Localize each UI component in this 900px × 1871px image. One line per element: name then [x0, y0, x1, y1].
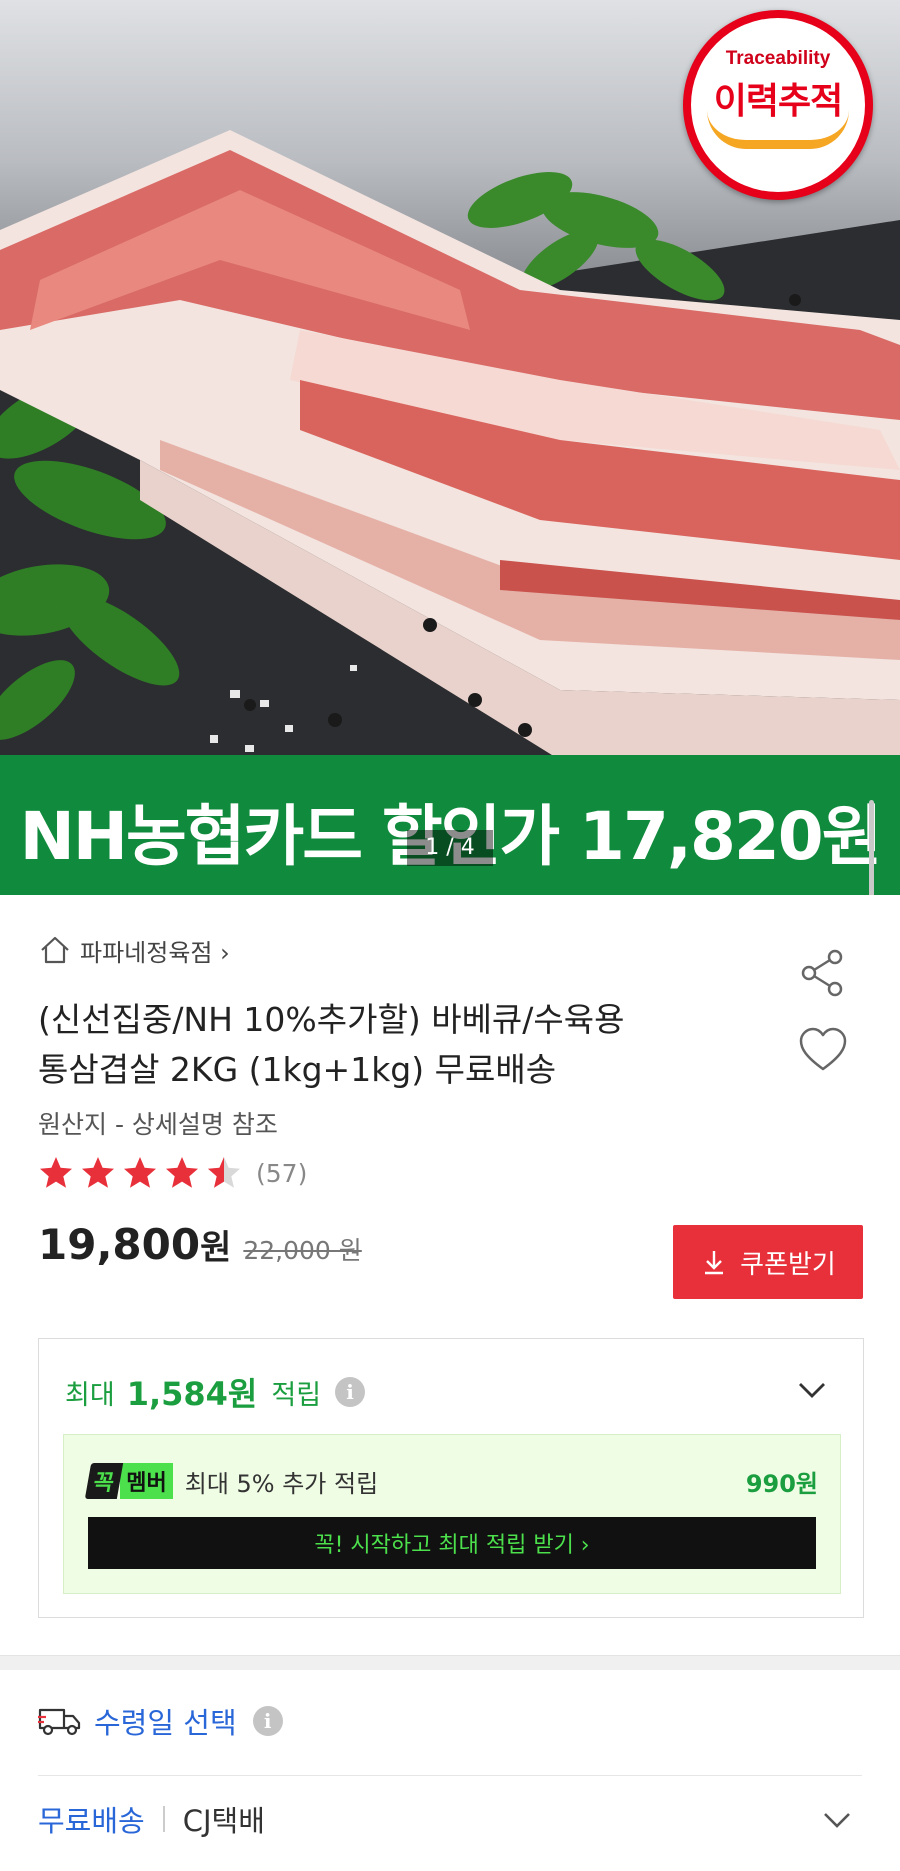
chevron-down-icon[interactable] [795, 1375, 829, 1405]
star-icon [124, 1157, 156, 1188]
star-icon [82, 1157, 114, 1188]
section-divider [0, 1655, 900, 1670]
divider [38, 1775, 862, 1776]
scroll-indicator [869, 800, 874, 895]
carrier-name: CJ택배 [182, 1804, 265, 1838]
chevron-down-icon[interactable] [820, 1805, 854, 1835]
info-icon[interactable]: i [335, 1377, 366, 1407]
truck-icon [38, 1708, 81, 1736]
star-icon [40, 1157, 72, 1188]
coupon-button[interactable]: 쿠폰받기 [673, 1225, 863, 1299]
rating-row[interactable]: (57) [38, 1155, 307, 1191]
delivery-label: 수령일 선택 [94, 1706, 237, 1740]
member-points-text: 최대 5% 추가 적립 [184, 1469, 379, 1498]
member-badge-b: 멤버 [120, 1463, 173, 1499]
review-count: (57) [256, 1158, 308, 1188]
member-points-amount: 990원 [745, 1469, 818, 1498]
badge-bottom-text: 농림축산식품부 [739, 165, 817, 179]
shipping-type: 무료배송 [38, 1804, 145, 1838]
separator [162, 1806, 165, 1832]
coupon-label: 쿠폰받기 [740, 1249, 836, 1280]
download-icon [705, 1251, 724, 1275]
product-title-line1: (신선집중/NH 10%추가할) 바베큐/수육용 [38, 1000, 625, 1039]
points-summary: 최대 1,584원 적립 i [65, 1369, 366, 1415]
shipping-row[interactable]: 무료배송 CJ택배 [38, 1798, 265, 1840]
member-points-box: 꼭 멤버 최대 5% 추가 적립 990원 꼭! 시작하고 최대 적립 받기 › [63, 1434, 841, 1594]
member-points-row: 꼭 멤버 최대 5% 추가 적립 990원 [84, 1463, 818, 1499]
product-title-line2: 통삼겹살 2KG (1kg+1kg) 무료배송 [38, 1050, 557, 1089]
star-icon [166, 1157, 198, 1188]
product-origin: 원산지 - 상세설명 참조 [38, 1110, 278, 1139]
share-icon[interactable] [795, 945, 851, 1001]
store-name: 파파네정육점 › [80, 938, 230, 967]
sale-price: 19,800원 [38, 1220, 232, 1269]
points-panel[interactable]: 최대 1,584원 적립 i 꼭 멤버 최대 5% 추가 적립 990원 꼭! … [38, 1338, 864, 1618]
half-star-icon [208, 1157, 240, 1188]
wishlist-heart-icon[interactable] [795, 1022, 851, 1078]
info-icon[interactable]: i [252, 1706, 283, 1736]
promo-banner: NH농협카드 할인가 17,820원 [0, 755, 900, 895]
store-link[interactable]: 파파네정육점 › [38, 930, 230, 970]
member-badge-a: 꼭 [84, 1463, 124, 1499]
traceability-badge: Traceability 이력추적 농림축산식품부 [683, 10, 873, 200]
points-amount: 1,584원 [126, 1375, 258, 1413]
delivery-date-select[interactable]: 수령일 선택 i [38, 1700, 283, 1742]
product-title: (신선집중/NH 10%추가할) 바베큐/수육용 통삼겹살 2KG (1kg+1… [38, 995, 758, 1095]
home-icon [41, 936, 69, 964]
image-counter: 1 / 4 [407, 830, 493, 866]
badge-top-text: Traceability [725, 48, 831, 69]
original-price: 22,000 원 [243, 1236, 362, 1265]
product-image-carousel[interactable]: Traceability 이력추적 농림축산식품부 NH농협카드 할인가 17,… [0, 0, 900, 895]
price-row: 19,800원 22,000 원 [38, 1220, 362, 1269]
member-start-button[interactable]: 꼭! 시작하고 최대 적립 받기 › [88, 1517, 816, 1569]
